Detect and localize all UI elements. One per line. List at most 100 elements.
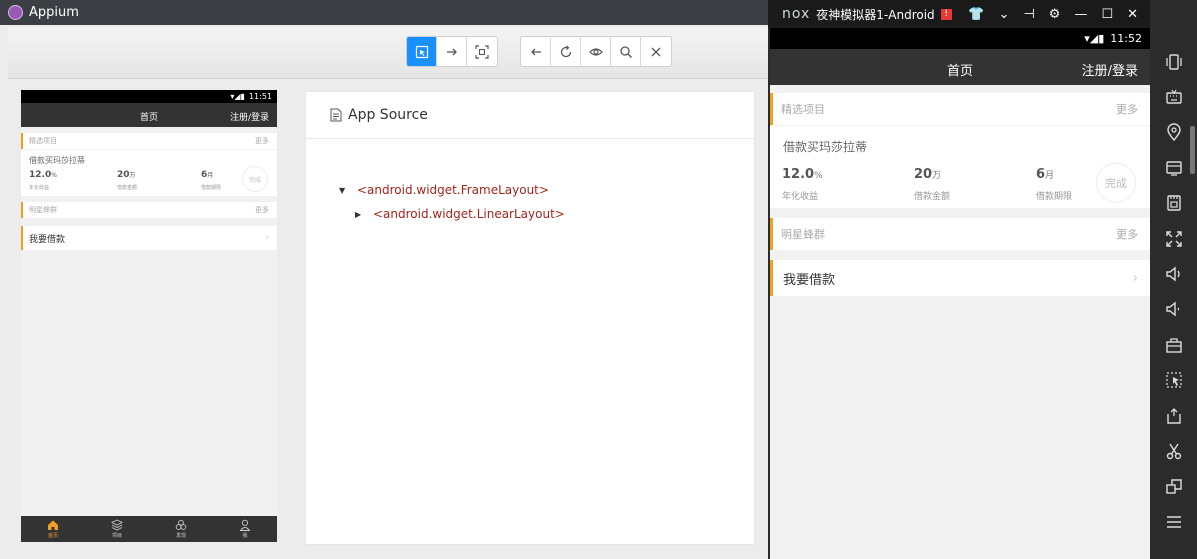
- pin-icon[interactable]: ⊣: [1023, 7, 1034, 22]
- tree-node-label[interactable]: <android.widget.FrameLayout>: [357, 183, 549, 197]
- nox-logo: nox: [782, 6, 811, 22]
- more-dots-icon[interactable]: •••: [1158, 0, 1189, 8]
- device-screenshot[interactable]: ▾◢▮ 11:51 首页 注册/登录 精选项目 更多 借款买玛莎拉蒂 12.0%…: [21, 90, 277, 542]
- login-register-link[interactable]: 注册/登录: [1082, 60, 1138, 79]
- shirt-icon[interactable]: 👕: [968, 7, 984, 22]
- shake-button[interactable]: [1150, 44, 1197, 79]
- swipe-button[interactable]: [437, 37, 467, 66]
- macro-button[interactable]: [1150, 363, 1197, 398]
- tree-node-linearlayout[interactable]: ▶ <android.widget.LinearLayout>: [339, 202, 565, 226]
- appium-window: Appium ▾◢▮ 11:51 首页 注册/登录 精选项目 更多 借款买玛莎拉…: [0, 0, 768, 559]
- inspector-toolbar: [8, 28, 768, 79]
- fullscreen-button[interactable]: [1150, 221, 1197, 256]
- wifi-icon: ▾◢▮: [230, 92, 245, 101]
- mini-status-time: 11:51: [248, 92, 272, 101]
- multi-window-button[interactable]: [1150, 469, 1197, 504]
- star-more-link[interactable]: 更多: [1116, 226, 1138, 242]
- loan-row[interactable]: 我要借款 ›: [770, 260, 1150, 296]
- refresh-button[interactable]: [551, 37, 581, 66]
- stat-annual-return: 12.0% 年化收益: [782, 167, 823, 202]
- screenshot-button[interactable]: [1150, 186, 1197, 221]
- volume-down-button[interactable]: [1150, 292, 1197, 327]
- volume-up-icon: [1165, 266, 1180, 282]
- mini-stat: 12.0% 年化收益: [29, 170, 57, 191]
- keyboard-icon: [1165, 89, 1182, 104]
- maximize-icon[interactable]: ☐: [1101, 7, 1113, 22]
- layers-icon: [111, 519, 123, 531]
- toggle-view-button[interactable]: [581, 37, 611, 66]
- sidebar-scrollbar[interactable]: [1190, 126, 1195, 174]
- mini-loan-label: 我要借款: [29, 234, 66, 245]
- mini-nav-me: 我: [213, 516, 277, 542]
- mini-nav-projects: 项目: [85, 516, 149, 542]
- star-section-header: 明星蜂群 更多: [770, 218, 1150, 250]
- select-element-button[interactable]: [407, 37, 437, 66]
- caret-down-icon[interactable]: ▼: [339, 186, 347, 195]
- project-name: 借款买玛莎拉蒂: [783, 140, 868, 154]
- gear-icon[interactable]: ⚙: [1049, 7, 1061, 22]
- refresh-icon: [560, 45, 571, 57]
- close-icon: [651, 47, 661, 56]
- mini-stat: 20万 借款金额: [117, 170, 138, 191]
- mini-stat: 6月 借款期限: [201, 170, 222, 191]
- volume-up-button[interactable]: [1150, 256, 1197, 291]
- quit-session-button[interactable]: [641, 37, 671, 66]
- mini-loan-row: 我要借款 ›: [21, 226, 277, 250]
- status-bar: ▾◢▮ 11:52: [770, 28, 1150, 49]
- appium-titlebar: Appium: [0, 0, 768, 25]
- swipe-arrow-icon: [446, 48, 457, 55]
- home-icon: [48, 520, 58, 530]
- volume-down-icon: [1165, 301, 1179, 317]
- close-icon[interactable]: ✕: [1127, 7, 1138, 22]
- search-button[interactable]: [611, 37, 641, 66]
- appium-logo-icon: [8, 5, 23, 20]
- scissors-icon: [1166, 443, 1181, 460]
- toolbox-button[interactable]: [1150, 327, 1197, 362]
- macro-record-icon: [1165, 372, 1182, 388]
- menu-icon: [1166, 515, 1181, 528]
- app-source-header: App Source: [306, 92, 754, 139]
- mode-button-group: [406, 36, 498, 67]
- appium-title: Appium: [29, 5, 79, 20]
- minimize-icon[interactable]: —: [1074, 7, 1087, 22]
- warning-icon[interactable]: !: [940, 8, 952, 20]
- status-time: 11:52: [1110, 32, 1142, 45]
- mini-project-card: 借款买玛莎拉蒂 12.0% 年化收益 20万 借款金额 6月 借款期限 完成: [21, 150, 277, 196]
- chevron-right-icon: ›: [1132, 270, 1138, 286]
- select-element-icon: [415, 45, 428, 58]
- emulator-screen[interactable]: ▾◢▮ 11:52 首页 注册/登录 精选项目 更多 借款买玛莎拉蒂 12.0%…: [770, 28, 1150, 559]
- cut-button[interactable]: [1150, 433, 1197, 468]
- keyboard-button[interactable]: [1150, 79, 1197, 114]
- tree-node-label[interactable]: <android.widget.LinearLayout>: [373, 207, 565, 221]
- star-label: 明星蜂群: [781, 228, 825, 241]
- source-tree: ▼ <android.widget.FrameLayout> ▶ <androi…: [339, 178, 565, 226]
- app-source-panel: App Source ▼ <android.widget.FrameLayout…: [305, 91, 755, 545]
- tree-node-framelayout[interactable]: ▼ <android.widget.FrameLayout>: [339, 178, 565, 202]
- mini-project-name: 借款买玛莎拉蒂: [29, 156, 85, 165]
- tap-coordinates-button[interactable]: [467, 37, 497, 66]
- mini-status-bar: ▾◢▮ 11:51: [21, 90, 277, 103]
- nav-button-group: [520, 36, 672, 67]
- featured-more-link[interactable]: 更多: [1116, 101, 1138, 117]
- install-apk-button[interactable]: [1150, 398, 1197, 433]
- back-button[interactable]: [521, 37, 551, 66]
- mini-nav-home: 首页: [21, 516, 85, 542]
- status-badge: 完成: [1096, 163, 1136, 203]
- nox-sidebar: •••: [1150, 28, 1197, 559]
- stat-loan-amount: 20万 借款金额: [914, 167, 951, 202]
- mini-app-header: 首页 注册/登录: [21, 103, 277, 127]
- mini-star-label: 明星蜂群: [29, 206, 57, 214]
- nox-emulator-window: nox 夜神模拟器1-Android ! 👕 ⌄ ⊣ ⚙ — ☐ ✕ ▾◢▮ 1…: [768, 0, 1197, 559]
- eye-icon: [588, 47, 603, 56]
- chevron-down-icon[interactable]: ⌄: [999, 7, 1010, 22]
- project-card[interactable]: 借款买玛莎拉蒂 12.0% 年化收益 20万 借款金额 6月 借款期限 完成: [770, 126, 1150, 208]
- app-source-title: App Source: [348, 107, 428, 123]
- windows-icon: [1165, 479, 1182, 495]
- featured-section-header: 精选项目 更多: [770, 93, 1150, 125]
- wifi-signal-battery-icon: ▾◢▮: [1084, 32, 1105, 45]
- menu-button[interactable]: [1150, 504, 1197, 539]
- caret-right-icon[interactable]: ▶: [355, 210, 363, 219]
- mini-featured-section: 精选项目 更多: [21, 133, 277, 149]
- sd-card-icon: [1166, 195, 1181, 211]
- mini-star-more: 更多: [255, 206, 269, 214]
